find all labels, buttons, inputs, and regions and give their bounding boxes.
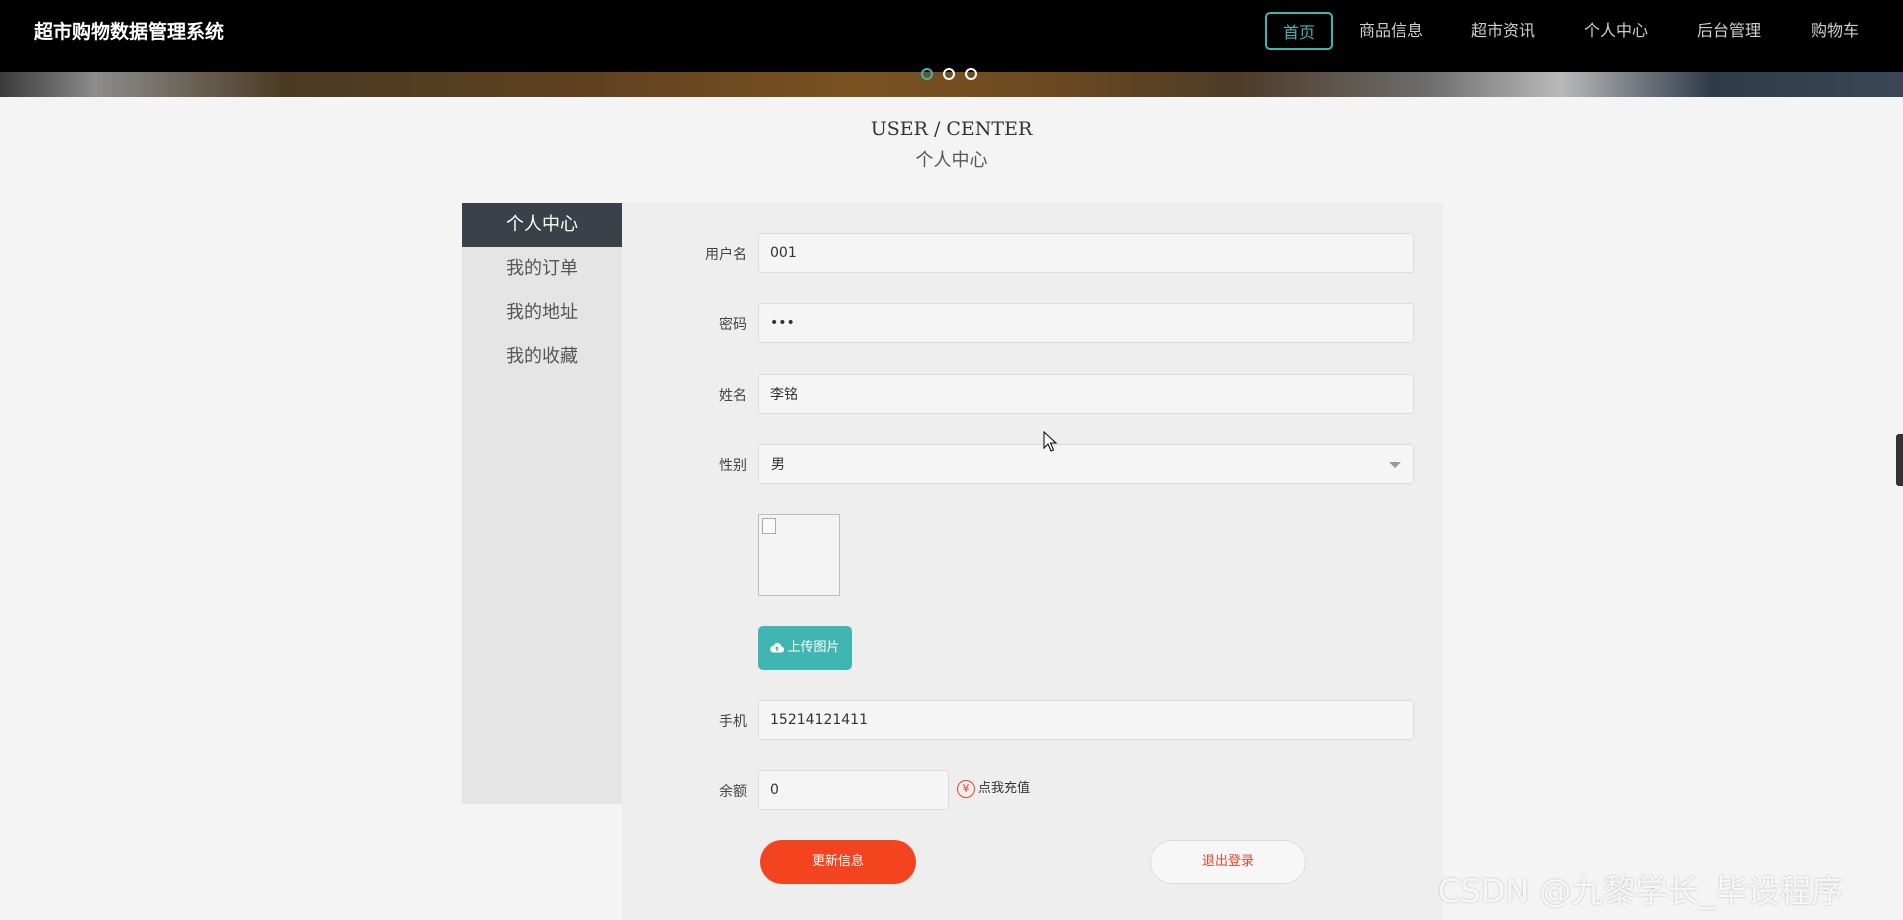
password-field[interactable] — [758, 303, 1414, 343]
section-title-cn: 个人中心 — [915, 150, 988, 171]
cloud-upload-icon — [770, 643, 785, 653]
scrollbar-handle[interactable] — [1896, 434, 1903, 486]
sidebar-item-addresses[interactable]: 我的地址 — [462, 291, 622, 335]
logout-button[interactable]: 退出登录 — [1150, 840, 1306, 884]
broken-image-icon — [762, 518, 776, 534]
app-title: 超市购物数据管理系统 — [34, 21, 225, 43]
balance-label: 余额 — [719, 784, 747, 800]
phone-field[interactable] — [758, 700, 1414, 740]
watermark-text: CSDN @九黎学长_毕设程序 — [1438, 872, 1844, 910]
username-field[interactable] — [758, 233, 1414, 273]
nav-cart[interactable]: 购物车 — [1807, 12, 1863, 50]
recharge-label: 点我充值 — [978, 781, 1031, 796]
yen-icon: ¥ — [957, 779, 975, 798]
section-title-en: USER / CENTER — [870, 118, 1033, 140]
avatar-image — [758, 514, 840, 596]
password-label: 密码 — [719, 317, 747, 333]
upload-button-label: 上传图片 — [787, 640, 840, 655]
sidebar-item-user-center[interactable]: 个人中心 — [462, 203, 622, 247]
carousel-dot-3[interactable] — [965, 68, 977, 80]
gender-label: 性别 — [719, 458, 747, 474]
top-navbar: 超市购物数据管理系统 首页 商品信息 超市资讯 个人中心 后台管理 购物车 — [0, 0, 1903, 72]
gender-selected-value: 男 — [771, 457, 785, 473]
nav-news[interactable]: 超市资讯 — [1467, 12, 1539, 50]
nav-user-center[interactable]: 个人中心 — [1580, 12, 1652, 50]
carousel-dot-1[interactable] — [921, 68, 933, 80]
mouse-cursor-icon — [1043, 431, 1057, 452]
upload-image-button[interactable]: 上传图片 — [758, 626, 852, 670]
nav-home[interactable]: 首页 — [1265, 12, 1333, 50]
name-field[interactable] — [758, 374, 1414, 414]
username-label: 用户名 — [705, 247, 747, 263]
gender-select[interactable]: 男 — [758, 444, 1414, 484]
balance-field[interactable] — [758, 770, 949, 810]
user-sidebar: 个人中心 我的订单 我的地址 我的收藏 — [462, 203, 622, 804]
carousel-dot-2[interactable] — [943, 68, 955, 80]
name-label: 姓名 — [719, 388, 747, 404]
recharge-link[interactable]: ¥ 点我充值 — [957, 778, 1030, 800]
sidebar-filler — [462, 379, 622, 804]
chevron-down-icon — [1389, 462, 1401, 468]
nav-admin[interactable]: 后台管理 — [1693, 12, 1765, 50]
update-info-button[interactable]: 更新信息 — [760, 840, 916, 884]
phone-label: 手机 — [719, 714, 747, 730]
nav-products[interactable]: 商品信息 — [1355, 12, 1427, 50]
sidebar-item-orders[interactable]: 我的订单 — [462, 247, 622, 291]
sidebar-item-favorites[interactable]: 我的收藏 — [462, 335, 622, 379]
